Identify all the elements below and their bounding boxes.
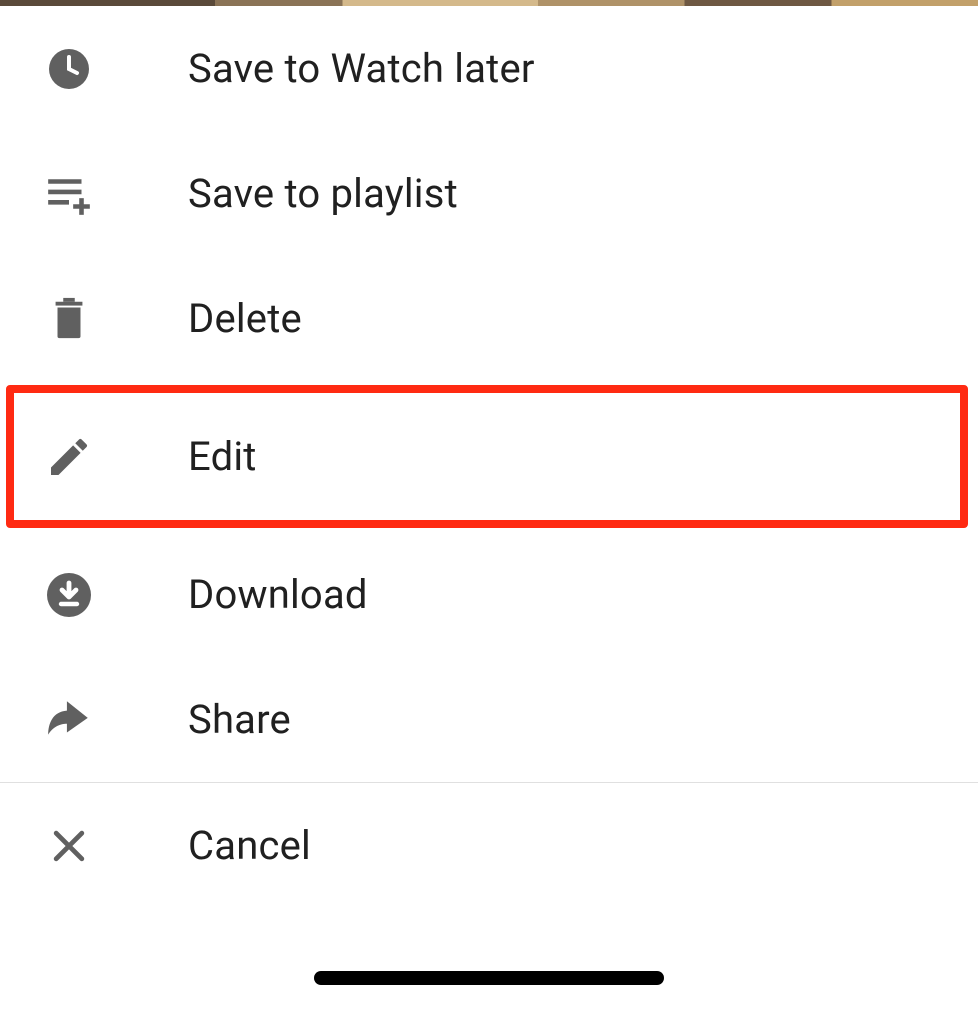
watch-later-item[interactable]: Save to Watch later <box>0 6 978 131</box>
action-sheet: Save to Watch later Save to playlist <box>0 0 978 1009</box>
menu-list: Save to Watch later Save to playlist <box>0 6 978 908</box>
download-label: Download <box>188 571 368 618</box>
watch-later-label: Save to Watch later <box>188 45 535 92</box>
share-item[interactable]: Share <box>0 657 978 782</box>
clock-icon <box>44 44 94 94</box>
cancel-label: Cancel <box>188 822 311 869</box>
edit-highlight: Edit <box>6 385 968 528</box>
close-icon <box>44 821 94 871</box>
edit-item[interactable]: Edit <box>14 393 960 520</box>
playlist-add-icon <box>44 169 94 219</box>
download-item[interactable]: Download <box>0 532 978 657</box>
cancel-item[interactable]: Cancel <box>0 783 978 908</box>
save-playlist-item[interactable]: Save to playlist <box>0 131 978 256</box>
download-icon <box>44 570 94 620</box>
delete-item[interactable]: Delete <box>0 256 978 381</box>
share-icon <box>44 695 94 745</box>
delete-label: Delete <box>188 295 302 342</box>
save-playlist-label: Save to playlist <box>188 170 458 217</box>
share-label: Share <box>188 696 291 743</box>
trash-icon <box>44 294 94 344</box>
pencil-icon <box>44 432 94 482</box>
nav-handle[interactable] <box>314 971 664 985</box>
edit-label: Edit <box>188 433 257 480</box>
